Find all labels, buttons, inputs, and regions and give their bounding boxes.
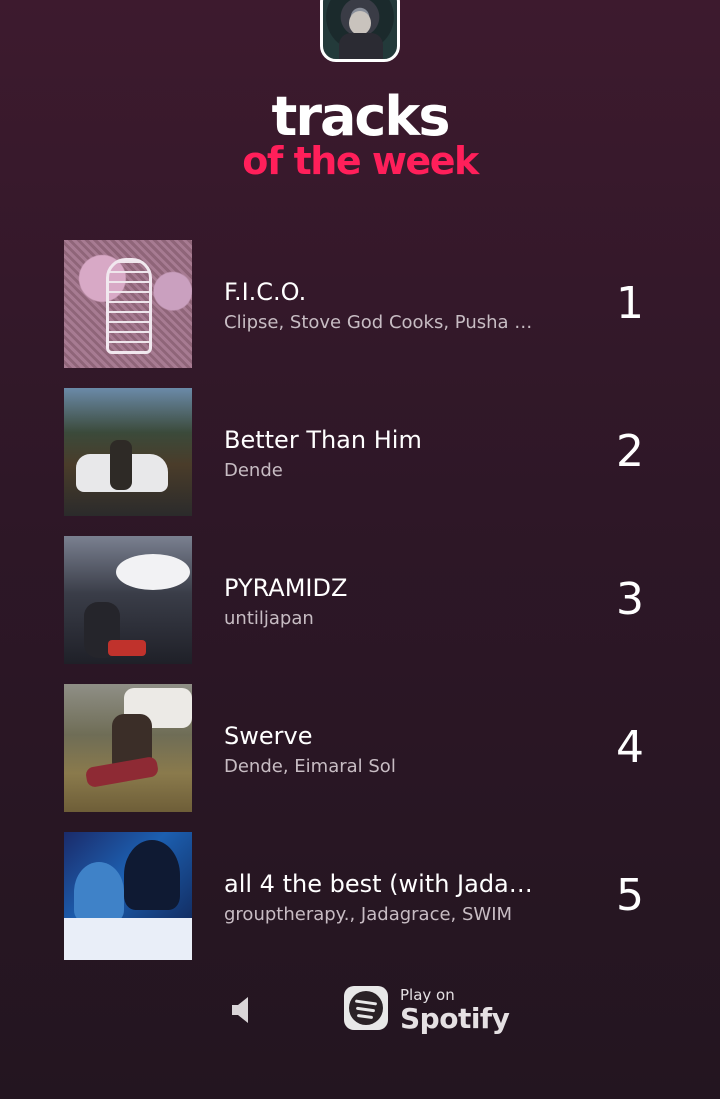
track-row[interactable]: all 4 the best (with Jada… grouptherapy.… [64, 832, 664, 960]
track-title: PYRAMIDZ [224, 574, 348, 602]
track-artists: Clipse, Stove God Cooks, Pusha … [224, 312, 533, 333]
profile-avatar [320, 0, 400, 62]
avatar-face [349, 11, 371, 35]
spotify-icon [344, 986, 388, 1030]
track-artists: grouptherapy., Jadagrace, SWIM [224, 904, 513, 925]
track-rank: 3 [616, 574, 644, 625]
track-title: Swerve [224, 722, 313, 750]
player-controls: Play on Spotify [0, 980, 720, 1040]
track-rank: 4 [616, 722, 644, 773]
page-subtitle: of the week [242, 139, 479, 183]
track-row[interactable]: Swerve Dende, Eimaral Sol 4 [64, 684, 664, 812]
speaker-icon[interactable] [230, 996, 250, 1024]
track-row[interactable]: Better Than Him Dende 2 [64, 388, 664, 516]
album-art [64, 536, 192, 664]
track-artists: untiljapan [224, 608, 314, 629]
track-rank: 5 [616, 870, 644, 921]
spotify-label: Spotify [400, 1002, 510, 1035]
track-title: all 4 the best (with Jada… [224, 870, 533, 898]
track-title: Better Than Him [224, 426, 422, 454]
track-rank: 2 [616, 426, 644, 477]
album-art [64, 832, 192, 960]
track-row[interactable]: F.I.C.O. Clipse, Stove God Cooks, Pusha … [64, 240, 664, 368]
track-title: F.I.C.O. [224, 278, 307, 306]
track-rank: 1 [616, 278, 644, 329]
album-art [64, 684, 192, 812]
avatar-body [339, 33, 383, 59]
track-artists: Dende [224, 460, 283, 481]
track-row[interactable]: PYRAMIDZ untiljapan 3 [64, 536, 664, 664]
track-artists: Dende, Eimaral Sol [224, 756, 396, 777]
album-art [64, 240, 192, 368]
album-art [64, 388, 192, 516]
